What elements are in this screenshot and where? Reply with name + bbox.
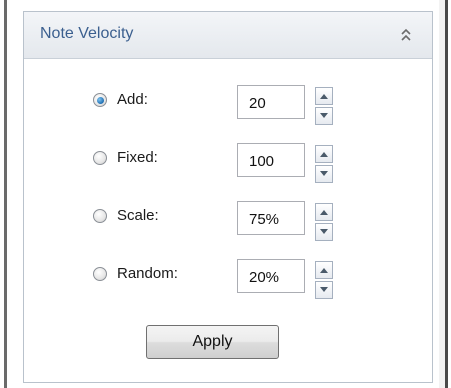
spin-down-button-add[interactable]: [315, 107, 333, 125]
arrow-up-icon: [320, 94, 328, 99]
arrow-down-icon: [320, 113, 328, 118]
spin-up-button-random[interactable]: [315, 261, 333, 279]
radio-fixed[interactable]: [93, 151, 107, 165]
arrow-down-icon: [320, 229, 328, 234]
spinner-random: [315, 261, 333, 299]
double-chevron-up-icon[interactable]: [400, 28, 412, 42]
value-input-fixed[interactable]: 100: [237, 143, 305, 177]
spinner-add: [315, 87, 333, 125]
option-row-scale: Scale: 75%: [24, 201, 432, 241]
option-label-add: Add:: [117, 91, 148, 108]
arrow-down-icon: [320, 171, 328, 176]
spin-up-button-fixed[interactable]: [315, 145, 333, 163]
spin-down-button-random[interactable]: [315, 281, 333, 299]
option-row-random: Random: 20%: [24, 259, 432, 299]
value-input-scale[interactable]: 75%: [237, 201, 305, 235]
apply-button[interactable]: Apply: [146, 325, 279, 359]
value-input-random[interactable]: 20%: [237, 259, 305, 293]
panel-title: Note Velocity: [40, 25, 134, 42]
spin-down-button-fixed[interactable]: [315, 165, 333, 183]
option-label-random: Random:: [117, 265, 178, 282]
window-right-edge: [445, 0, 448, 388]
panel-header[interactable]: Note Velocity: [24, 12, 432, 59]
option-label-scale: Scale:: [117, 207, 159, 224]
radio-scale[interactable]: [93, 209, 107, 223]
spin-up-button-scale[interactable]: [315, 203, 333, 221]
spin-down-button-scale[interactable]: [315, 223, 333, 241]
arrow-up-icon: [320, 210, 328, 215]
arrow-up-icon: [320, 152, 328, 157]
spin-up-button-add[interactable]: [315, 87, 333, 105]
option-label-fixed: Fixed:: [117, 149, 158, 166]
window-left-edge: [4, 0, 7, 388]
spinner-scale: [315, 203, 333, 241]
arrow-down-icon: [320, 287, 328, 292]
option-row-add: Add: 20: [24, 85, 432, 125]
arrow-up-icon: [320, 268, 328, 273]
radio-add[interactable]: [93, 93, 107, 107]
option-row-fixed: Fixed: 100: [24, 143, 432, 183]
value-input-add[interactable]: 20: [237, 85, 305, 119]
radio-random[interactable]: [93, 267, 107, 281]
spinner-fixed: [315, 145, 333, 183]
note-velocity-panel: Note Velocity Add: 20 Fixed: 100 Scale: …: [23, 11, 433, 383]
